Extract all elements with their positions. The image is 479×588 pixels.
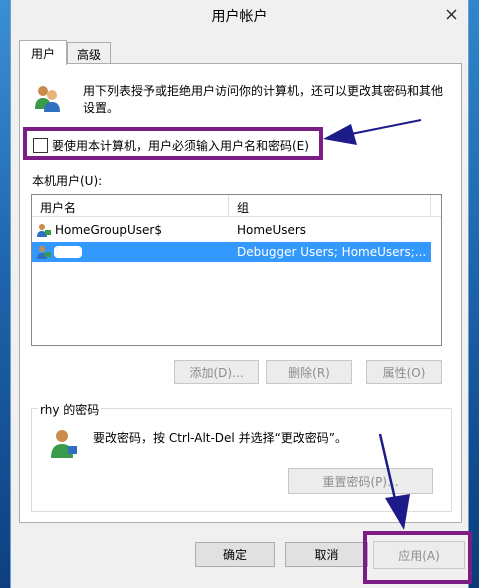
tab-advanced-label: 高级 <box>76 47 101 62</box>
user-name: HomeGroupUser$ <box>55 223 162 237</box>
window-title: 用户帐户 <box>211 9 268 25</box>
remove-user-button[interactable]: 删除(R) <box>266 360 352 384</box>
column-header-group[interactable]: 组 <box>237 199 249 216</box>
user-group: HomeUsers <box>237 223 307 237</box>
tab-users[interactable]: 用户 <box>19 40 67 65</box>
password-group-title: rhy 的密码 <box>38 401 102 418</box>
user-icon <box>36 222 52 241</box>
user-group: Debugger Users; HomeUsers;... <box>237 245 427 259</box>
annotation-arrow-1 <box>321 118 426 148</box>
add-user-button[interactable]: 添加(D)... <box>174 360 259 384</box>
require-login-checkbox-row[interactable]: 要使用本计算机，用户必须输入用户名和密码(E) <box>33 137 309 154</box>
user-icon <box>36 244 52 263</box>
intro-text-line-2: 设置。 <box>83 101 120 115</box>
column-divider[interactable] <box>228 195 229 217</box>
table-row[interactable]: HomeGroupUser$ HomeUsers <box>32 219 441 241</box>
close-button[interactable] <box>439 4 463 24</box>
title-bar: 用户帐户 <box>11 0 468 30</box>
require-login-checkbox[interactable] <box>33 138 48 153</box>
column-header-username[interactable]: 用户名 <box>40 199 76 216</box>
intro-text-line-1: 用下列表授予或拒绝用户访问你的计算机，还可以更改其密码和其他 <box>83 84 444 98</box>
column-divider[interactable] <box>430 195 431 217</box>
password-instruction: 要改密码，按 Ctrl-Alt-Del 并选择“更改密码”。 <box>93 431 348 445</box>
tab-users-label: 用户 <box>30 46 55 61</box>
annotation-arrow-2 <box>372 432 412 532</box>
users-list-header: 用户名 组 <box>32 195 441 217</box>
user-password-icon <box>49 428 79 460</box>
close-icon <box>446 9 456 19</box>
table-row-selected[interactable]: Debugger Users; HomeUsers;... <box>32 242 431 262</box>
cancel-button[interactable]: 取消 <box>285 542 368 567</box>
properties-button[interactable]: 属性(O) <box>366 360 442 384</box>
local-users-label: 本机用户(U): <box>32 174 103 188</box>
ok-button[interactable]: 确定 <box>195 542 275 567</box>
annotation-highlight-apply <box>363 531 472 584</box>
require-login-checkbox-label: 要使用本计算机，用户必须输入用户名和密码(E) <box>52 139 309 153</box>
users-list[interactable]: 用户名 组 HomeGroupUser$ HomeUsers Debugger … <box>31 194 442 346</box>
users-icon <box>32 83 62 113</box>
redacted-username <box>54 246 82 258</box>
tab-advanced[interactable]: 高级 <box>67 42 111 65</box>
